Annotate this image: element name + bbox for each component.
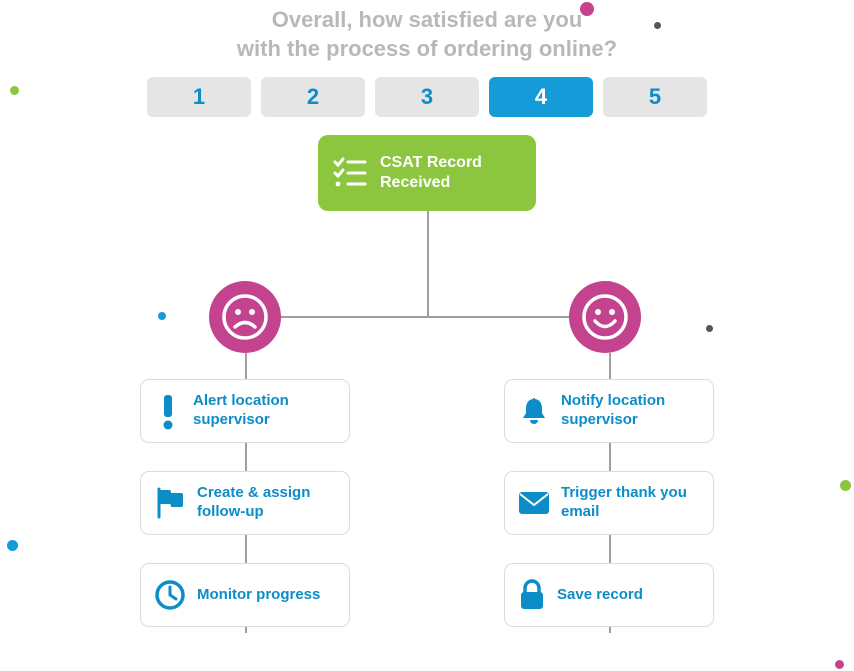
checklist-icon bbox=[332, 155, 368, 191]
action-label: Alert location supervisor bbox=[193, 392, 337, 430]
rating-1[interactable]: 1 bbox=[147, 77, 251, 117]
smile-face-icon bbox=[569, 281, 641, 353]
action-notify-supervisor: Notify location supervisor bbox=[504, 379, 714, 443]
question-line-2: with the process of ordering online? bbox=[0, 35, 854, 64]
decor-dot bbox=[580, 2, 594, 16]
rating-scale: 1 2 3 4 5 bbox=[0, 77, 854, 117]
action-alert-supervisor: Alert location supervisor bbox=[140, 379, 350, 443]
action-save-record: Save record bbox=[504, 563, 714, 627]
rating-2[interactable]: 2 bbox=[261, 77, 365, 117]
decor-dot bbox=[840, 480, 851, 491]
flag-icon bbox=[153, 486, 187, 520]
lock-icon bbox=[517, 578, 547, 612]
rating-3[interactable]: 3 bbox=[375, 77, 479, 117]
decor-dot bbox=[654, 22, 661, 29]
action-thank-you-email: Trigger thank you email bbox=[504, 471, 714, 535]
root-node: CSAT Record Received bbox=[318, 135, 536, 211]
envelope-icon bbox=[517, 489, 551, 517]
bell-icon bbox=[517, 394, 551, 428]
decor-dot bbox=[10, 86, 19, 95]
action-monitor-progress: Monitor progress bbox=[140, 563, 350, 627]
rating-5[interactable]: 5 bbox=[603, 77, 707, 117]
action-label: Monitor progress bbox=[197, 586, 320, 605]
action-create-followup: Create & assign follow-up bbox=[140, 471, 350, 535]
clock-icon bbox=[153, 578, 187, 612]
rating-4[interactable]: 4 bbox=[489, 77, 593, 117]
action-label: Save record bbox=[557, 586, 643, 605]
root-label: CSAT Record Received bbox=[380, 153, 482, 193]
action-label: Create & assign follow-up bbox=[197, 484, 337, 522]
exclaim-icon bbox=[153, 391, 183, 431]
sad-face-icon bbox=[209, 281, 281, 353]
question-line-1: Overall, how satisfied are you bbox=[0, 6, 854, 35]
survey-question: Overall, how satisfied are you with the … bbox=[0, 0, 854, 63]
workflow-diagram: CSAT Record Received Alert location supe… bbox=[117, 135, 737, 655]
action-label: Trigger thank you email bbox=[561, 484, 701, 522]
decor-dot bbox=[7, 540, 18, 551]
action-label: Notify location supervisor bbox=[561, 392, 701, 430]
decor-dot bbox=[835, 660, 844, 669]
